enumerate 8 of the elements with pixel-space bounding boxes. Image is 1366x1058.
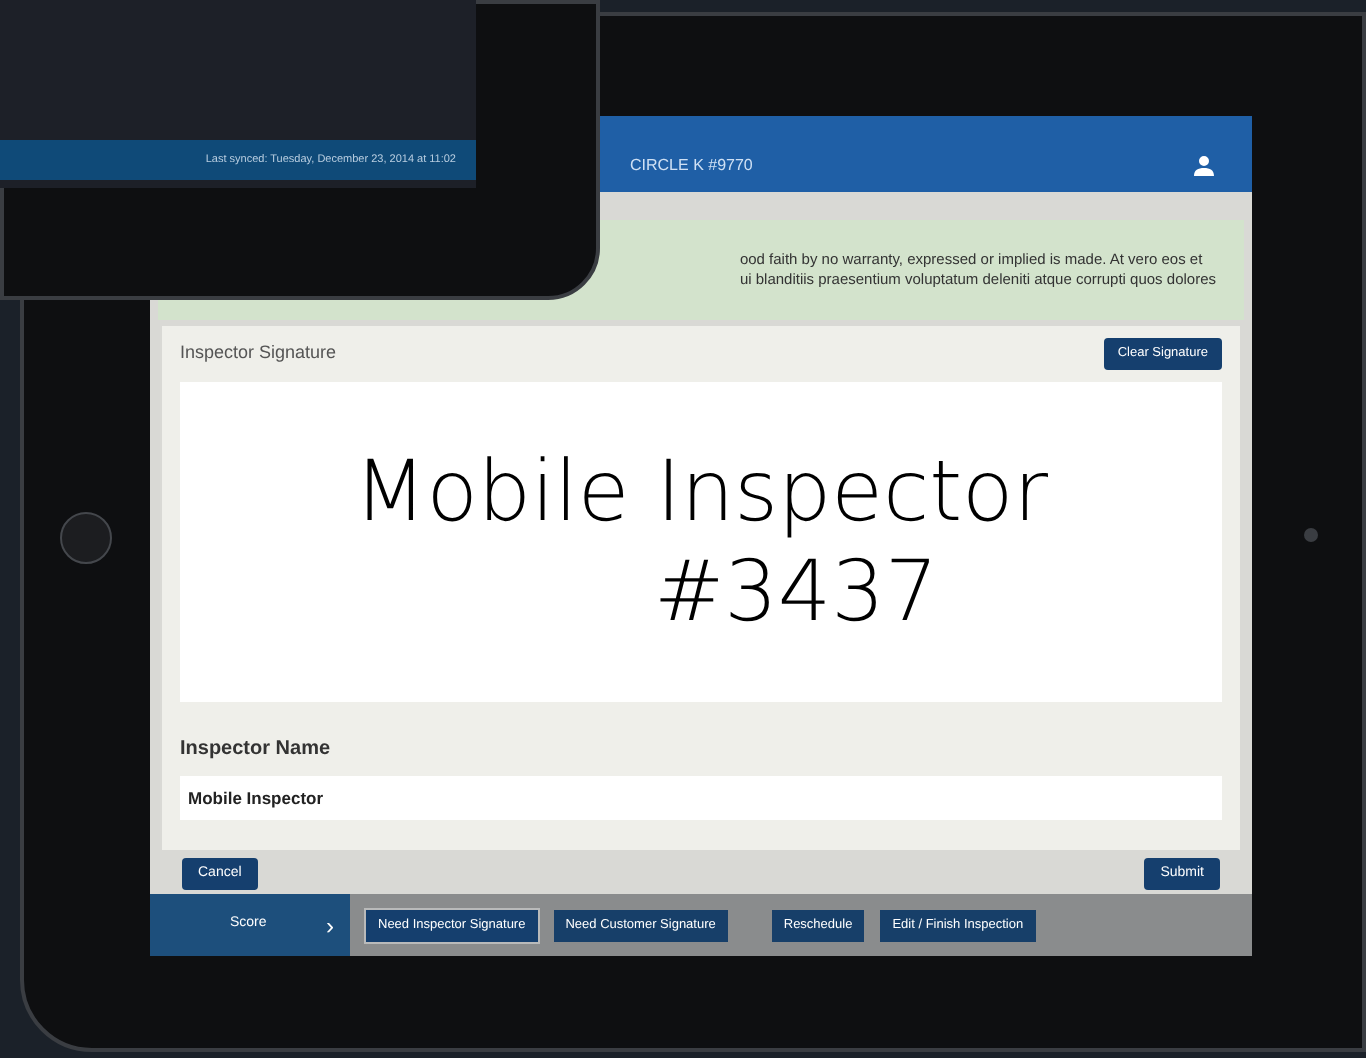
nav-title: CIRCLE K #9770 — [630, 154, 753, 178]
handwritten-signature: #3437 — [653, 542, 939, 642]
person-icon[interactable] — [1192, 154, 1216, 178]
signature-pad[interactable]: Mobile Inspector #3437 — [180, 382, 1222, 702]
signature-title: Inspector Signature — [180, 340, 337, 367]
name-label: Inspector Name — [180, 736, 333, 764]
name-field[interactable]: Mobile Inspector — [180, 776, 1222, 820]
handwritten-signature: Mobile Inspector — [353, 442, 1049, 542]
